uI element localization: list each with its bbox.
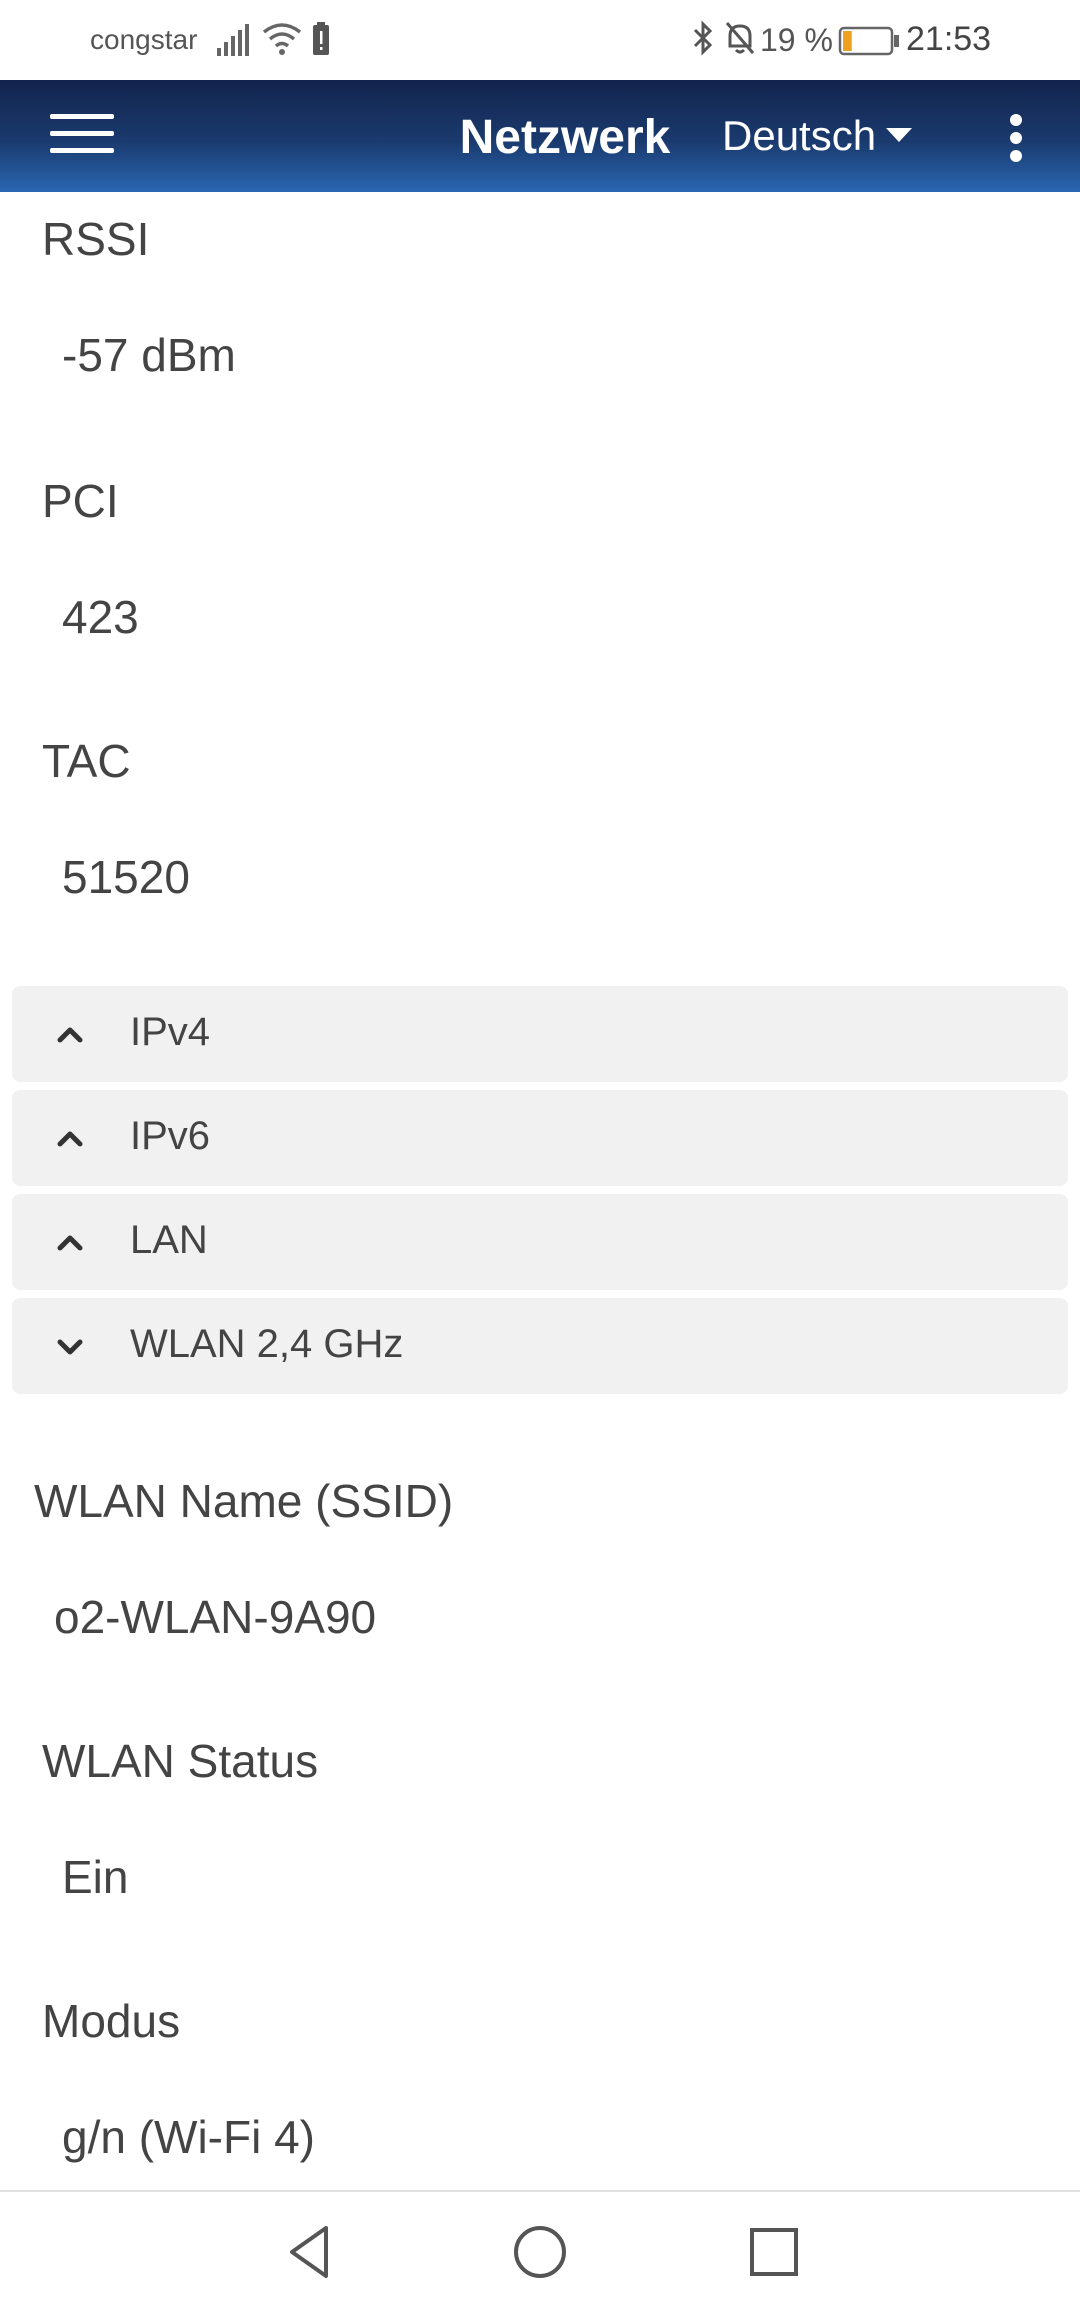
chevron-up-icon xyxy=(57,1235,83,1251)
field-label-wlan-status: WLAN Status xyxy=(42,1735,319,1787)
language-label: Deutsch xyxy=(722,112,877,159)
accordion-lan[interactable]: LAN xyxy=(12,1194,1068,1290)
signal-icon xyxy=(217,24,249,56)
battery-alert-icon xyxy=(313,22,329,55)
field-value-mode: g/n (Wi-Fi 4) xyxy=(62,2111,315,2163)
system-nav-bar xyxy=(0,2190,1080,2312)
accordion-wlan-24[interactable]: WLAN 2,4 GHz xyxy=(12,1298,1068,1394)
home-icon[interactable] xyxy=(508,2220,572,2284)
accordion-label: IPv4 xyxy=(130,1010,211,1054)
caret-down-icon xyxy=(886,127,913,142)
bluetooth-icon xyxy=(693,20,713,56)
clock: 21:53 xyxy=(906,20,992,58)
field-label-ssid: WLAN Name (SSID) xyxy=(34,1475,454,1527)
field-value-pci: 423 xyxy=(62,591,139,643)
app-header: Netzwerk Deutsch xyxy=(0,80,1080,192)
field-label-pci: PCI xyxy=(42,475,119,527)
accordion-label: LAN xyxy=(130,1218,208,1262)
status-bar: congstar 19 % 21:53 xyxy=(0,0,1080,80)
battery-percent: 19 % xyxy=(760,22,833,58)
chevron-down-icon xyxy=(57,1339,83,1355)
field-label-tac: TAC xyxy=(42,735,131,787)
wifi-icon xyxy=(262,23,302,55)
chevron-up-icon xyxy=(57,1027,83,1043)
field-label-mode: Modus xyxy=(42,1995,181,2047)
page-title: Netzwerk xyxy=(459,111,671,164)
carrier-name: congstar xyxy=(90,24,198,55)
network-details: RSSI -57 dBm PCI 423 TAC 51520 IPv4 IPv6… xyxy=(0,192,1080,2190)
accordion-ipv4[interactable]: IPv4 xyxy=(12,986,1068,1082)
chevron-up-icon xyxy=(57,1131,83,1147)
back-icon[interactable] xyxy=(280,2222,340,2282)
more-vertical-icon[interactable] xyxy=(1004,114,1028,166)
accordion-ipv6[interactable]: IPv6 xyxy=(12,1090,1068,1186)
field-value-wlan-status: Ein xyxy=(62,1851,129,1903)
accordion-label: WLAN 2,4 GHz xyxy=(130,1322,404,1366)
recents-icon[interactable] xyxy=(744,2222,804,2282)
field-value-ssid: o2-WLAN-9A90 xyxy=(54,1591,377,1643)
language-dropdown[interactable]: Deutsch xyxy=(722,112,913,160)
bell-off-icon xyxy=(725,22,755,54)
field-label-rssi: RSSI xyxy=(42,213,150,265)
accordion-label: IPv6 xyxy=(130,1114,211,1158)
battery-icon xyxy=(838,26,899,56)
field-value-tac: 51520 xyxy=(62,851,190,903)
field-value-rssi: -57 dBm xyxy=(62,329,236,381)
